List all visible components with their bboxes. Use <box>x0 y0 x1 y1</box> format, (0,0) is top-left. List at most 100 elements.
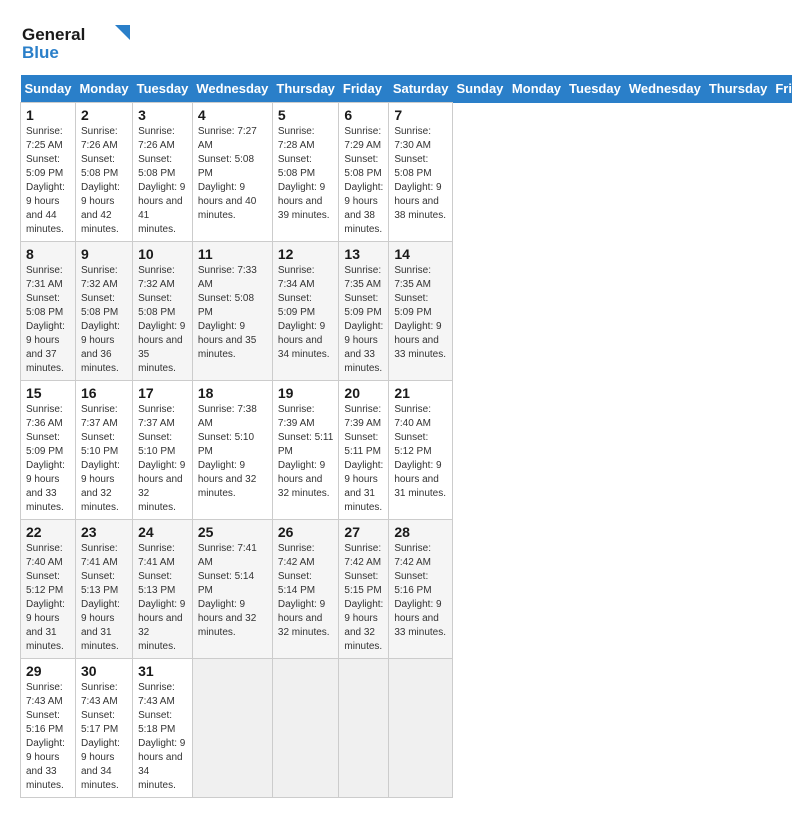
weekday-header-friday: Friday <box>339 75 389 103</box>
day-number: 2 <box>81 107 127 123</box>
day-number: 6 <box>344 107 383 123</box>
calendar-cell: 1 Sunrise: 7:25 AMSunset: 5:09 PMDaylight… <box>21 103 76 242</box>
day-number: 17 <box>138 385 187 401</box>
day-info: Sunrise: 7:39 AMSunset: 5:11 PMDaylight:… <box>278 403 334 501</box>
day-info: Sunrise: 7:36 AMSunset: 5:09 PMDaylight:… <box>26 403 70 515</box>
weekday-header-thursday: Thursday <box>272 75 339 103</box>
weekday-header-thursday: Thursday <box>705 75 772 103</box>
day-number: 1 <box>26 107 70 123</box>
day-info: Sunrise: 7:31 AMSunset: 5:08 PMDaylight:… <box>26 264 70 376</box>
calendar-cell: 3 Sunrise: 7:26 AMSunset: 5:08 PMDaylight… <box>133 103 193 242</box>
day-info: Sunrise: 7:25 AMSunset: 5:09 PMDaylight:… <box>26 125 70 237</box>
calendar-cell: 17 Sunrise: 7:37 AMSunset: 5:10 PMDayligh… <box>133 381 193 520</box>
day-info: Sunrise: 7:26 AMSunset: 5:08 PMDaylight:… <box>81 125 127 237</box>
day-number: 18 <box>198 385 267 401</box>
day-number: 25 <box>198 524 267 540</box>
day-number: 24 <box>138 524 187 540</box>
calendar-cell: 6 Sunrise: 7:29 AMSunset: 5:08 PMDaylight… <box>339 103 389 242</box>
calendar-cell: 28 Sunrise: 7:42 AMSunset: 5:16 PMDayligh… <box>389 520 453 659</box>
calendar-week-4: 22 Sunrise: 7:40 AMSunset: 5:12 PMDayligh… <box>21 520 792 659</box>
calendar-cell: 20 Sunrise: 7:39 AMSunset: 5:11 PMDayligh… <box>339 381 389 520</box>
weekday-header-tuesday: Tuesday <box>565 75 625 103</box>
calendar-cell: 30 Sunrise: 7:43 AMSunset: 5:17 PMDayligh… <box>75 659 132 798</box>
svg-text:General: General <box>22 25 85 44</box>
day-number: 7 <box>394 107 447 123</box>
day-number: 19 <box>278 385 334 401</box>
day-number: 20 <box>344 385 383 401</box>
day-info: Sunrise: 7:42 AMSunset: 5:15 PMDaylight:… <box>344 542 383 654</box>
day-number: 14 <box>394 246 447 262</box>
calendar-cell: 4 Sunrise: 7:27 AMSunset: 5:08 PMDaylight… <box>192 103 272 242</box>
day-info: Sunrise: 7:30 AMSunset: 5:08 PMDaylight:… <box>394 125 447 223</box>
day-number: 9 <box>81 246 127 262</box>
day-number: 22 <box>26 524 70 540</box>
day-info: Sunrise: 7:37 AMSunset: 5:10 PMDaylight:… <box>138 403 187 515</box>
weekday-header-friday: Friday <box>771 75 792 103</box>
day-info: Sunrise: 7:28 AMSunset: 5:08 PMDaylight:… <box>278 125 334 223</box>
day-number: 8 <box>26 246 70 262</box>
day-info: Sunrise: 7:40 AMSunset: 5:12 PMDaylight:… <box>394 403 447 501</box>
weekday-header-monday: Monday <box>508 75 565 103</box>
calendar-cell: 27 Sunrise: 7:42 AMSunset: 5:15 PMDayligh… <box>339 520 389 659</box>
calendar-cell: 31 Sunrise: 7:43 AMSunset: 5:18 PMDayligh… <box>133 659 193 798</box>
day-info: Sunrise: 7:43 AMSunset: 5:18 PMDaylight:… <box>138 681 187 793</box>
calendar-cell: 5Sunrise: 7:28 AMSunset: 5:08 PMDaylight… <box>272 103 339 242</box>
day-number: 15 <box>26 385 70 401</box>
logo: General Blue <box>20 20 140 65</box>
page-header: General Blue <box>20 20 772 65</box>
day-info: Sunrise: 7:42 AMSunset: 5:14 PMDaylight:… <box>278 542 334 640</box>
day-number: 28 <box>394 524 447 540</box>
day-info: Sunrise: 7:27 AMSunset: 5:08 PMDaylight:… <box>198 125 267 223</box>
day-info: Sunrise: 7:33 AMSunset: 5:08 PMDaylight:… <box>198 264 267 362</box>
logo-svg: General Blue <box>20 20 140 65</box>
day-info: Sunrise: 7:41 AMSunset: 5:14 PMDaylight:… <box>198 542 267 640</box>
calendar-cell <box>192 659 272 798</box>
calendar-cell: 15 Sunrise: 7:36 AMSunset: 5:09 PMDayligh… <box>21 381 76 520</box>
day-info: Sunrise: 7:32 AMSunset: 5:08 PMDaylight:… <box>138 264 187 376</box>
calendar-week-5: 29Sunrise: 7:43 AMSunset: 5:16 PMDayligh… <box>21 659 792 798</box>
calendar-table: SundayMondayTuesdayWednesdayThursdayFrid… <box>20 75 792 798</box>
day-info: Sunrise: 7:42 AMSunset: 5:16 PMDaylight:… <box>394 542 447 640</box>
day-number: 16 <box>81 385 127 401</box>
calendar-week-1: 1 Sunrise: 7:25 AMSunset: 5:09 PMDaylight… <box>21 103 792 242</box>
weekday-header-sunday: Sunday <box>452 75 507 103</box>
day-info: Sunrise: 7:38 AMSunset: 5:10 PMDaylight:… <box>198 403 267 501</box>
weekday-header-saturday: Saturday <box>389 75 453 103</box>
calendar-week-2: 8 Sunrise: 7:31 AMSunset: 5:08 PMDaylight… <box>21 242 792 381</box>
calendar-cell: 13Sunrise: 7:35 AMSunset: 5:09 PMDayligh… <box>339 242 389 381</box>
calendar-cell: 9 Sunrise: 7:32 AMSunset: 5:08 PMDaylight… <box>75 242 132 381</box>
calendar-cell: 21Sunrise: 7:40 AMSunset: 5:12 PMDayligh… <box>389 381 453 520</box>
calendar-cell: 29Sunrise: 7:43 AMSunset: 5:16 PMDayligh… <box>21 659 76 798</box>
day-number: 4 <box>198 107 267 123</box>
day-info: Sunrise: 7:34 AMSunset: 5:09 PMDaylight:… <box>278 264 334 362</box>
day-info: Sunrise: 7:39 AMSunset: 5:11 PMDaylight:… <box>344 403 383 515</box>
day-info: Sunrise: 7:43 AMSunset: 5:17 PMDaylight:… <box>81 681 127 793</box>
calendar-cell: 18 Sunrise: 7:38 AMSunset: 5:10 PMDayligh… <box>192 381 272 520</box>
day-number: 31 <box>138 663 187 679</box>
calendar-cell <box>339 659 389 798</box>
calendar-cell: 10Sunrise: 7:32 AMSunset: 5:08 PMDayligh… <box>133 242 193 381</box>
calendar-cell <box>272 659 339 798</box>
day-info: Sunrise: 7:37 AMSunset: 5:10 PMDaylight:… <box>81 403 127 515</box>
day-number: 26 <box>278 524 334 540</box>
day-number: 12 <box>278 246 334 262</box>
weekday-header-monday: Monday <box>75 75 132 103</box>
day-info: Sunrise: 7:35 AMSunset: 5:09 PMDaylight:… <box>344 264 383 376</box>
weekday-header-wednesday: Wednesday <box>192 75 272 103</box>
day-info: Sunrise: 7:35 AMSunset: 5:09 PMDaylight:… <box>394 264 447 362</box>
calendar-cell: 16 Sunrise: 7:37 AMSunset: 5:10 PMDayligh… <box>75 381 132 520</box>
day-info: Sunrise: 7:26 AMSunset: 5:08 PMDaylight:… <box>138 125 187 237</box>
day-number: 11 <box>198 246 267 262</box>
day-info: Sunrise: 7:43 AMSunset: 5:16 PMDaylight:… <box>26 681 70 793</box>
calendar-cell: 8 Sunrise: 7:31 AMSunset: 5:08 PMDaylight… <box>21 242 76 381</box>
day-info: Sunrise: 7:40 AMSunset: 5:12 PMDaylight:… <box>26 542 70 654</box>
day-number: 3 <box>138 107 187 123</box>
weekday-header-row: SundayMondayTuesdayWednesdayThursdayFrid… <box>21 75 792 103</box>
day-info: Sunrise: 7:32 AMSunset: 5:08 PMDaylight:… <box>81 264 127 376</box>
day-info: Sunrise: 7:29 AMSunset: 5:08 PMDaylight:… <box>344 125 383 237</box>
day-number: 30 <box>81 663 127 679</box>
logo-container: General Blue <box>20 20 140 65</box>
day-number: 27 <box>344 524 383 540</box>
calendar-cell: 19 Sunrise: 7:39 AMSunset: 5:11 PMDayligh… <box>272 381 339 520</box>
calendar-cell: 2 Sunrise: 7:26 AMSunset: 5:08 PMDaylight… <box>75 103 132 242</box>
